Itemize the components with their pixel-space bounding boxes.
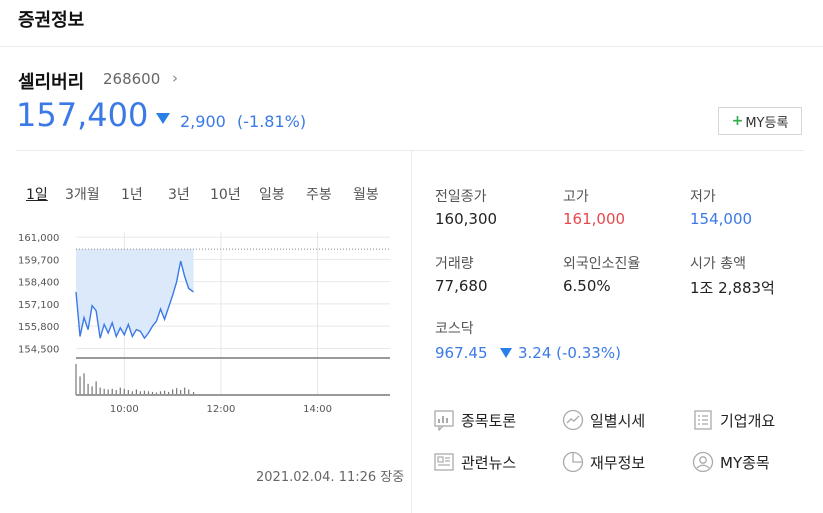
discussion-icon: [434, 410, 454, 431]
stat-label-low: 저가: [690, 189, 716, 205]
y-tick-label: 158,400: [18, 278, 59, 289]
stat-value-volume: 77,680: [435, 277, 488, 295]
column-divider: [411, 151, 412, 513]
tab-1year[interactable]: 1년: [121, 184, 143, 204]
y-tick-label: 154,500: [18, 344, 59, 355]
stat-label-volume: 거래량: [435, 256, 474, 272]
intraday-price-chart: 161,000 159,700 158,400 157,100 155,800 154,5…: [18, 232, 390, 415]
link-my-stocks[interactable]: MY종목: [692, 451, 770, 473]
link-daily-quotes-label: 일별시세: [590, 411, 646, 430]
plus-icon: +: [731, 113, 744, 129]
y-tick-label: 159,700: [18, 255, 59, 266]
x-tick-label: 12:00: [207, 404, 236, 415]
stock-code[interactable]: 268600: [103, 70, 160, 88]
stat-label-market-cap: 시가 총액: [690, 256, 746, 272]
kosdaq-value: 967.45: [435, 344, 488, 362]
tab-3month[interactable]: 3개월: [65, 184, 100, 204]
link-company-overview-label: 기업개요: [720, 411, 776, 430]
stat-label-foreign-ratio: 외국인소진율: [563, 256, 641, 272]
stat-value-high: 161,000: [563, 210, 626, 228]
kosdaq-change: 3.24 (-0.33%): [518, 344, 621, 362]
link-discussion[interactable]: 종목토론: [433, 409, 516, 431]
tab-daily[interactable]: 일봉: [259, 184, 285, 204]
stat-value-low: 154,000: [690, 210, 753, 228]
stat-label-prev-close: 전일종가: [435, 189, 487, 205]
person-icon: [692, 451, 714, 473]
y-tick-label: 161,000: [18, 233, 59, 244]
list-icon: [694, 410, 712, 430]
kosdaq-label: 코스닥: [435, 321, 474, 337]
link-company-overview[interactable]: 기업개요: [692, 409, 775, 431]
timestamp: 2021.02.04. 11:26 장중: [256, 470, 405, 485]
link-related-news[interactable]: 관련뉴스: [433, 451, 516, 473]
link-financials-label: 재무정보: [590, 453, 646, 472]
trend-icon: [562, 409, 584, 431]
x-tick-label: 14:00: [303, 404, 332, 415]
price-area: [76, 249, 194, 339]
link-related-news-label: 관련뉴스: [461, 453, 517, 472]
add-my-stock-label: MY등록: [745, 115, 789, 131]
add-my-stock-button[interactable]: + MY등록: [718, 107, 802, 135]
header-divider: [0, 46, 823, 47]
tab-weekly[interactable]: 주봉: [306, 184, 332, 204]
stat-value-foreign-ratio: 6.50%: [563, 277, 611, 295]
stock-name-link[interactable]: 셀리버리: [18, 68, 84, 94]
stat-label-high: 고가: [563, 189, 589, 205]
x-tick-label: 10:00: [110, 404, 139, 415]
current-price: 157,400: [16, 96, 149, 134]
news-icon: [434, 453, 454, 471]
down-arrow-icon: [500, 348, 512, 358]
tab-10year[interactable]: 10년: [210, 184, 241, 204]
link-my-stocks-label: MY종목: [720, 453, 770, 472]
link-discussion-label: 종목토론: [461, 411, 517, 430]
content-divider: [16, 150, 804, 151]
price-change-percent: (-1.81%): [237, 112, 307, 131]
y-tick-label: 157,100: [18, 300, 59, 311]
tab-monthly[interactable]: 월봉: [353, 184, 379, 204]
y-tick-label: 155,800: [18, 322, 59, 333]
link-daily-quotes[interactable]: 일별시세: [562, 409, 645, 431]
chevron-right-icon[interactable]: ›: [172, 69, 178, 87]
price-change: 2,900: [180, 112, 226, 131]
tab-3year[interactable]: 3년: [168, 184, 190, 204]
stat-value-prev-close: 160,300: [435, 210, 498, 228]
link-financials[interactable]: 재무정보: [562, 451, 645, 473]
down-arrow-icon: [156, 113, 170, 124]
pie-icon: [562, 451, 584, 473]
stat-value-market-cap: 1조 2,883억: [690, 279, 775, 297]
section-title: 증권정보: [18, 10, 85, 31]
tab-1day[interactable]: 1일: [26, 184, 48, 204]
